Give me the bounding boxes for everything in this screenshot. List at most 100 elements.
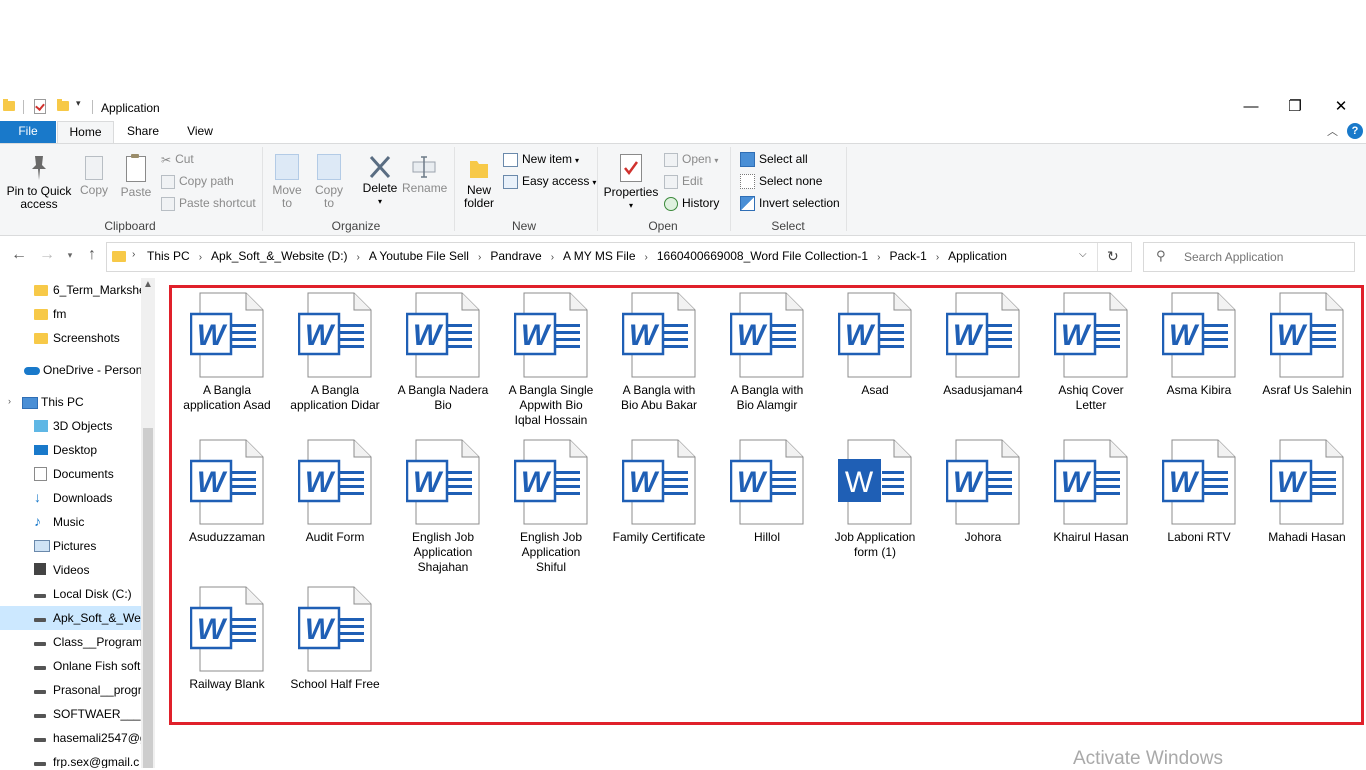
sidebar-item[interactable]: Documents (0, 462, 141, 486)
up-arrow-icon[interactable]: ↑ (82, 246, 102, 264)
tab-share[interactable]: Share (118, 121, 168, 143)
search-box[interactable]: ⚲ (1143, 242, 1355, 272)
address-bar[interactable]: › This PC › Apk_Soft_&_Website (D:) › A Yout… (106, 242, 1132, 272)
breadcrumb-item[interactable]: A Youtube File Sell (369, 249, 469, 263)
folder-icon[interactable] (3, 99, 15, 111)
file-item[interactable]: W A Bangla application Asad (177, 292, 277, 413)
sidebar-item[interactable]: frp.sex@gmail.c (0, 750, 141, 768)
open-button[interactable]: Open ▾ (664, 150, 718, 170)
file-item[interactable]: W Asraf Us Salehin (1257, 292, 1357, 398)
collapse-ribbon-icon[interactable]: ︿ (1327, 123, 1338, 139)
chevron-down-icon[interactable]: ⌵ (1079, 249, 1087, 260)
chevron-right-icon[interactable]: › (199, 252, 202, 263)
file-item[interactable]: W Asadusjaman4 (933, 292, 1033, 398)
copy-to-button[interactable]: Copy to (311, 154, 347, 210)
chevron-down-icon[interactable]: ▾ (76, 98, 81, 109)
file-item[interactable]: W Job Application form (1) (825, 439, 925, 560)
minimize-button[interactable]: — (1228, 96, 1274, 118)
file-item[interactable]: W Audit Form (285, 439, 385, 545)
chevron-right-icon[interactable]: › (877, 252, 880, 263)
paste-shortcut-button[interactable]: Paste shortcut (161, 194, 256, 214)
sidebar-item[interactable]: 6_Term_Markshe (0, 278, 141, 302)
file-item[interactable]: W A Bangla application Didar (285, 292, 385, 413)
history-button[interactable]: History (664, 194, 719, 214)
file-item[interactable]: W A Bangla with Bio Alamgir (717, 292, 817, 413)
sidebar-item[interactable]: SOFTWAER___ (H (0, 702, 141, 726)
sidebar-item[interactable]: fm (0, 302, 141, 326)
file-item[interactable]: W Asuduzzaman (177, 439, 277, 545)
expand-arrow-icon[interactable]: › (8, 396, 11, 406)
breadcrumb-item[interactable]: Pack-1 (889, 249, 926, 263)
breadcrumb-item[interactable]: 1660400669008_Word File Collection-1 (657, 249, 868, 263)
breadcrumb-item[interactable]: Apk_Soft_&_Website (D:) (211, 249, 348, 263)
file-item[interactable]: W Family Certificate (609, 439, 709, 545)
delete-button[interactable]: Delete ▾ (359, 154, 401, 208)
file-item[interactable]: W A Bangla with Bio Abu Bakar (609, 292, 709, 413)
sidebar-item[interactable]: ↓ Downloads (0, 486, 141, 510)
chevron-right-icon[interactable]: › (357, 252, 360, 263)
sidebar-item[interactable]: Onlane Fish soft (0, 654, 141, 678)
rename-button[interactable]: Rename (402, 154, 447, 195)
sidebar-scrollbar[interactable]: ▲ (141, 278, 155, 768)
file-item[interactable]: W English Job Application Shajahan (393, 439, 493, 575)
sidebar-item[interactable]: 3D Objects (0, 414, 141, 438)
chevron-right-icon[interactable]: › (645, 252, 648, 263)
select-all-button[interactable]: Select all (740, 150, 808, 170)
file-item[interactable]: W Hillol (717, 439, 817, 545)
chevron-right-icon[interactable]: › (551, 252, 554, 263)
file-item[interactable]: W Laboni RTV (1149, 439, 1249, 545)
file-item[interactable]: W Asma Kibira (1149, 292, 1249, 398)
new-folder-icon[interactable] (57, 99, 69, 111)
sidebar-item[interactable]: Local Disk (C:) (0, 582, 141, 606)
file-item[interactable]: W A Bangla Nadera Bio (393, 292, 493, 413)
restore-button[interactable]: ❐ (1272, 96, 1318, 118)
breadcrumb-item[interactable]: Pandrave (490, 249, 541, 263)
file-item[interactable]: W A Bangla Single Appwith Bio Iqbal Hossai… (501, 292, 601, 428)
sidebar-item[interactable]: ♪ Music (0, 510, 141, 534)
recent-locations-icon[interactable]: ▾ (60, 250, 80, 261)
select-none-button[interactable]: Select none (740, 172, 822, 192)
sidebar-item[interactable]: This PC (0, 390, 141, 414)
sidebar-item[interactable]: OneDrive - Person (0, 358, 141, 382)
sidebar-item[interactable]: Prasonal__progra (0, 678, 141, 702)
refresh-icon[interactable]: ↻ (1107, 248, 1119, 265)
file-item[interactable]: W Asad (825, 292, 925, 398)
cut-button[interactable]: ✂ Cut (161, 150, 194, 170)
new-item-button[interactable]: New item ▾ (503, 150, 579, 170)
file-item[interactable]: W English Job Application Shiful (501, 439, 601, 575)
properties-button[interactable]: Properties ▾ (601, 154, 661, 212)
tab-view[interactable]: View (175, 121, 225, 143)
file-item[interactable]: W Johora (933, 439, 1033, 545)
breadcrumb-item[interactable]: A MY MS File (563, 249, 635, 263)
tab-home[interactable]: Home (57, 121, 114, 144)
close-button[interactable]: ✕ (1318, 96, 1364, 118)
sidebar-item[interactable]: Apk_Soft_&_Web (0, 606, 141, 630)
properties-icon[interactable] (34, 99, 46, 114)
sidebar-item[interactable]: Pictures (0, 534, 141, 558)
invert-selection-button[interactable]: Invert selection (740, 194, 840, 214)
scrollbar-thumb[interactable] (143, 428, 153, 768)
sidebar-item[interactable]: Desktop (0, 438, 141, 462)
move-to-button[interactable]: Move to (269, 154, 305, 210)
chevron-right-icon[interactable]: › (936, 252, 939, 263)
file-item[interactable]: W School Half Free (285, 586, 385, 692)
file-item[interactable]: W Mahadi Hasan (1257, 439, 1357, 545)
breadcrumb-item[interactable]: Application (948, 249, 1007, 263)
file-item[interactable]: W Railway Blank (177, 586, 277, 692)
tab-file[interactable]: File (0, 121, 56, 143)
copy-path-button[interactable]: Copy path (161, 172, 234, 192)
sidebar-item[interactable]: hasemali2547@g (0, 726, 141, 750)
copy-button[interactable]: Copy (76, 154, 112, 197)
new-folder-button[interactable]: New folder (460, 154, 498, 210)
sidebar-item[interactable]: Screenshots (0, 326, 141, 350)
chevron-right-icon[interactable]: › (478, 252, 481, 263)
back-arrow-icon[interactable]: ← (9, 246, 29, 264)
easy-access-button[interactable]: Easy access ▾ (503, 172, 596, 192)
file-item[interactable]: W Ashiq Cover Letter (1041, 292, 1141, 413)
file-item[interactable]: W Khairul Hasan (1041, 439, 1141, 545)
edit-button[interactable]: Edit (664, 172, 703, 192)
pin-to-quick-access-button[interactable]: Pin to Quick access (4, 154, 74, 211)
breadcrumb-item[interactable]: This PC (147, 249, 190, 263)
sidebar-item[interactable]: Class__Program_ (0, 630, 141, 654)
search-input[interactable] (1182, 249, 1346, 265)
